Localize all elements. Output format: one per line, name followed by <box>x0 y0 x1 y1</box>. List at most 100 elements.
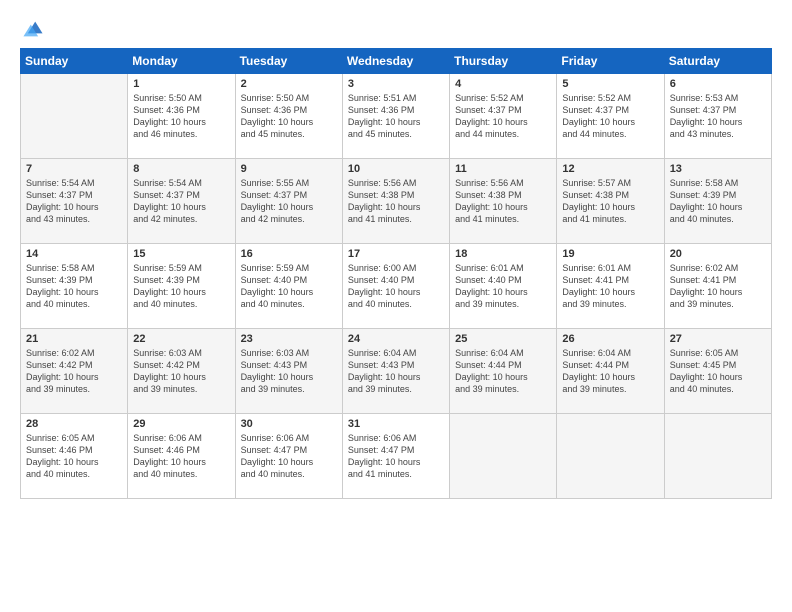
calendar-cell: 16 Sunrise: 5:59 AM Sunset: 4:40 PM Dayli… <box>235 244 342 329</box>
day-number: 31 <box>348 418 444 430</box>
calendar-cell: 3 Sunrise: 5:51 AM Sunset: 4:36 PM Daylig… <box>342 74 449 159</box>
calendar-cell: 27 Sunrise: 6:05 AM Sunset: 4:45 PM Dayli… <box>664 329 771 414</box>
day-number: 30 <box>241 418 337 430</box>
calendar-cell: 22 Sunrise: 6:03 AM Sunset: 4:42 PM Dayli… <box>128 329 235 414</box>
calendar-cell: 8 Sunrise: 5:54 AM Sunset: 4:37 PM Daylig… <box>128 159 235 244</box>
calendar-cell: 6 Sunrise: 5:53 AM Sunset: 4:37 PM Daylig… <box>664 74 771 159</box>
day-number: 27 <box>670 333 766 345</box>
calendar-cell: 11 Sunrise: 5:56 AM Sunset: 4:38 PM Dayli… <box>450 159 557 244</box>
day-info: Sunrise: 6:06 AM Sunset: 4:47 PM Dayligh… <box>348 432 444 481</box>
calendar-cell <box>664 414 771 499</box>
day-number: 17 <box>348 248 444 260</box>
day-number: 12 <box>562 163 658 175</box>
day-number: 26 <box>562 333 658 345</box>
day-number: 19 <box>562 248 658 260</box>
day-info: Sunrise: 6:02 AM Sunset: 4:41 PM Dayligh… <box>670 262 766 311</box>
header-thursday: Thursday <box>450 49 557 74</box>
calendar-cell: 1 Sunrise: 5:50 AM Sunset: 4:36 PM Daylig… <box>128 74 235 159</box>
calendar-cell: 29Sunrise: 6:06 AM Sunset: 4:46 PM Dayli… <box>128 414 235 499</box>
day-info: Sunrise: 5:58 AM Sunset: 4:39 PM Dayligh… <box>26 262 122 311</box>
calendar-cell: 28 Sunrise: 6:05 AM Sunset: 4:46 PM Dayli… <box>21 414 128 499</box>
calendar-cell: 20 Sunrise: 6:02 AM Sunset: 4:41 PM Dayli… <box>664 244 771 329</box>
calendar-cell: 25 Sunrise: 6:04 AM Sunset: 4:44 PM Dayli… <box>450 329 557 414</box>
calendar-cell: 23 Sunrise: 6:03 AM Sunset: 4:43 PM Dayli… <box>235 329 342 414</box>
day-info: Sunrise: 5:56 AM Sunset: 4:38 PM Dayligh… <box>455 177 551 226</box>
day-info: Sunrise: 5:59 AM Sunset: 4:39 PM Dayligh… <box>133 262 229 311</box>
calendar-cell: 14 Sunrise: 5:58 AM Sunset: 4:39 PM Dayli… <box>21 244 128 329</box>
day-info: Sunrise: 6:05 AM Sunset: 4:46 PM Dayligh… <box>26 432 122 481</box>
day-info: Sunrise: 6:04 AM Sunset: 4:44 PM Dayligh… <box>562 347 658 396</box>
day-number: 1 <box>133 78 229 90</box>
day-info: Sunrise: 6:01 AM Sunset: 4:41 PM Dayligh… <box>562 262 658 311</box>
calendar-cell: 30Sunrise: 6:06 AM Sunset: 4:47 PM Dayli… <box>235 414 342 499</box>
day-number: 6 <box>670 78 766 90</box>
day-info: Sunrise: 5:50 AM Sunset: 4:36 PM Dayligh… <box>133 92 229 141</box>
week-row-5: 28 Sunrise: 6:05 AM Sunset: 4:46 PM Dayli… <box>21 414 772 499</box>
day-info: Sunrise: 5:50 AM Sunset: 4:36 PM Dayligh… <box>241 92 337 141</box>
day-info: Sunrise: 5:55 AM Sunset: 4:37 PM Dayligh… <box>241 177 337 226</box>
day-info: Sunrise: 6:00 AM Sunset: 4:40 PM Dayligh… <box>348 262 444 311</box>
day-info: Sunrise: 6:03 AM Sunset: 4:42 PM Dayligh… <box>133 347 229 396</box>
calendar-cell: 15 Sunrise: 5:59 AM Sunset: 4:39 PM Dayli… <box>128 244 235 329</box>
day-info: Sunrise: 5:54 AM Sunset: 4:37 PM Dayligh… <box>133 177 229 226</box>
calendar-cell: 9 Sunrise: 5:55 AM Sunset: 4:37 PM Daylig… <box>235 159 342 244</box>
calendar-cell: 10 Sunrise: 5:56 AM Sunset: 4:38 PM Dayli… <box>342 159 449 244</box>
week-row-4: 21Sunrise: 6:02 AM Sunset: 4:42 PM Dayli… <box>21 329 772 414</box>
logo <box>20 18 44 40</box>
day-info: Sunrise: 6:02 AM Sunset: 4:42 PM Dayligh… <box>26 347 122 396</box>
day-info: Sunrise: 5:57 AM Sunset: 4:38 PM Dayligh… <box>562 177 658 226</box>
calendar-cell: 26 Sunrise: 6:04 AM Sunset: 4:44 PM Dayli… <box>557 329 664 414</box>
header-sunday: Sunday <box>21 49 128 74</box>
day-number: 16 <box>241 248 337 260</box>
calendar-cell <box>21 74 128 159</box>
header-tuesday: Tuesday <box>235 49 342 74</box>
header-saturday: Saturday <box>664 49 771 74</box>
day-number: 23 <box>241 333 337 345</box>
header <box>20 18 772 40</box>
day-info: Sunrise: 5:51 AM Sunset: 4:36 PM Dayligh… <box>348 92 444 141</box>
calendar-cell: 2Sunrise: 5:50 AM Sunset: 4:36 PM Daylig… <box>235 74 342 159</box>
calendar-page: SundayMondayTuesdayWednesdayThursdayFrid… <box>0 0 792 612</box>
day-number: 29 <box>133 418 229 430</box>
day-info: Sunrise: 6:04 AM Sunset: 4:44 PM Dayligh… <box>455 347 551 396</box>
day-number: 9 <box>241 163 337 175</box>
day-number: 14 <box>26 248 122 260</box>
day-info: Sunrise: 5:56 AM Sunset: 4:38 PM Dayligh… <box>348 177 444 226</box>
calendar-cell: 12 Sunrise: 5:57 AM Sunset: 4:38 PM Dayli… <box>557 159 664 244</box>
day-number: 20 <box>670 248 766 260</box>
calendar-cell: 19 Sunrise: 6:01 AM Sunset: 4:41 PM Dayli… <box>557 244 664 329</box>
day-number: 7 <box>26 163 122 175</box>
day-info: Sunrise: 6:05 AM Sunset: 4:45 PM Dayligh… <box>670 347 766 396</box>
day-number: 28 <box>26 418 122 430</box>
header-monday: Monday <box>128 49 235 74</box>
calendar-cell: 24Sunrise: 6:04 AM Sunset: 4:43 PM Dayli… <box>342 329 449 414</box>
header-wednesday: Wednesday <box>342 49 449 74</box>
day-number: 11 <box>455 163 551 175</box>
day-number: 25 <box>455 333 551 345</box>
day-info: Sunrise: 5:59 AM Sunset: 4:40 PM Dayligh… <box>241 262 337 311</box>
day-number: 13 <box>670 163 766 175</box>
week-row-2: 7 Sunrise: 5:54 AM Sunset: 4:37 PM Daylig… <box>21 159 772 244</box>
day-info: Sunrise: 6:03 AM Sunset: 4:43 PM Dayligh… <box>241 347 337 396</box>
calendar-cell: 7Sunrise: 5:54 AM Sunset: 4:37 PM Daylig… <box>21 159 128 244</box>
day-number: 24 <box>348 333 444 345</box>
day-info: Sunrise: 5:53 AM Sunset: 4:37 PM Dayligh… <box>670 92 766 141</box>
day-number: 8 <box>133 163 229 175</box>
day-number: 3 <box>348 78 444 90</box>
calendar-cell <box>450 414 557 499</box>
day-info: Sunrise: 5:52 AM Sunset: 4:37 PM Dayligh… <box>562 92 658 141</box>
calendar-cell: 18 Sunrise: 6:01 AM Sunset: 4:40 PM Dayli… <box>450 244 557 329</box>
calendar-header-row: SundayMondayTuesdayWednesdayThursdayFrid… <box>21 49 772 74</box>
day-number: 10 <box>348 163 444 175</box>
day-number: 22 <box>133 333 229 345</box>
day-number: 5 <box>562 78 658 90</box>
day-info: Sunrise: 5:58 AM Sunset: 4:39 PM Dayligh… <box>670 177 766 226</box>
week-row-1: 1 Sunrise: 5:50 AM Sunset: 4:36 PM Daylig… <box>21 74 772 159</box>
calendar-table: SundayMondayTuesdayWednesdayThursdayFrid… <box>20 48 772 499</box>
day-number: 18 <box>455 248 551 260</box>
day-number: 15 <box>133 248 229 260</box>
calendar-cell: 31 Sunrise: 6:06 AM Sunset: 4:47 PM Dayli… <box>342 414 449 499</box>
day-info: Sunrise: 5:52 AM Sunset: 4:37 PM Dayligh… <box>455 92 551 141</box>
calendar-cell: 17 Sunrise: 6:00 AM Sunset: 4:40 PM Dayli… <box>342 244 449 329</box>
day-info: Sunrise: 6:01 AM Sunset: 4:40 PM Dayligh… <box>455 262 551 311</box>
